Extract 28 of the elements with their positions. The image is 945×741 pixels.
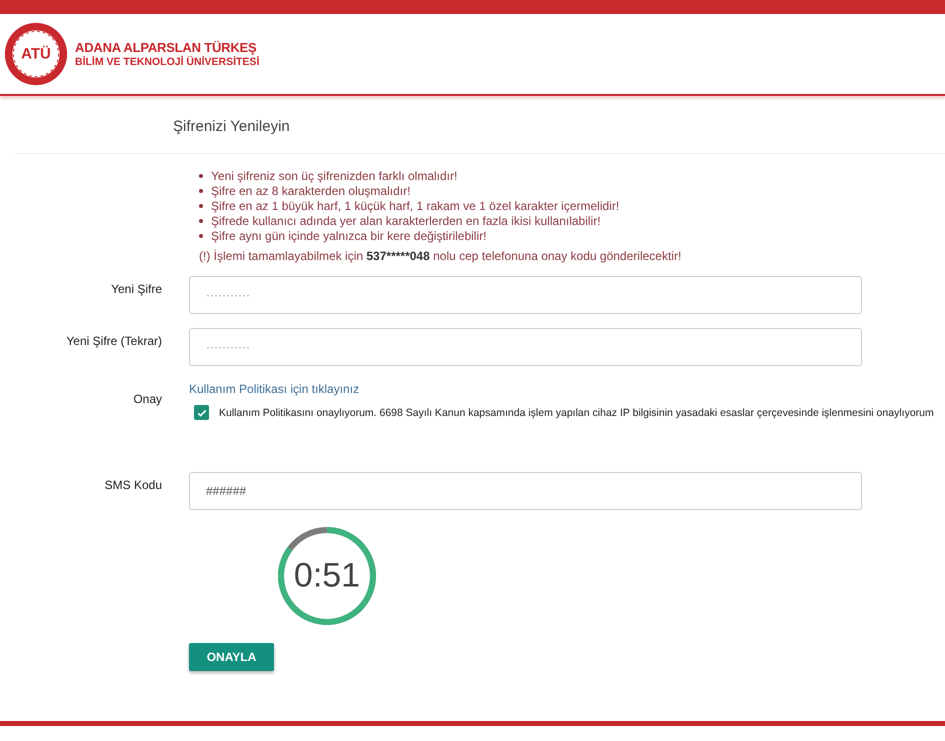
rule-text: Şifre en az 8 karakterden oluşmalıdır!	[211, 184, 410, 198]
confirm-button[interactable]: ONAYLA	[189, 643, 274, 671]
bullet-icon	[199, 218, 203, 222]
policy-link[interactable]: Kullanım Politikası için tıklayınız	[189, 382, 934, 396]
bullet-icon	[199, 234, 203, 238]
rule-text: Şifrede kullanıcı adında yer alan karakterlerden en fazla ikisi kullanılabilir!	[211, 214, 601, 228]
timer-reading: 0:51	[292, 556, 362, 596]
sms-code-field[interactable]: ######	[189, 472, 862, 510]
bullet-icon	[199, 204, 203, 208]
university-name: ADANA ALPARSLAN TÜRKEŞ	[75, 40, 258, 55]
logo-seal-icon	[3, 21, 69, 87]
university-subname: BİLİM VE TEKNOLOJİ ÜNİVERSİTESİ	[75, 56, 260, 68]
rule-text: Yeni şifreniz son üç şifrenizden farklı olmalıdır!	[211, 168, 458, 182]
field-label: Yeni Şifre	[110, 281, 162, 298]
bullet-icon	[199, 174, 203, 178]
bullet-icon	[199, 188, 203, 192]
notice-text: (!) İşlemi tamamlayabilmek için 537*****048 nolu cep telefonuna onay kodu gönderilecektir!	[199, 249, 682, 263]
consent-checkbox[interactable]	[194, 405, 209, 420]
field-label: Yeni Şifre (Tekrar)	[65, 333, 162, 350]
field-label: SMS Kodu	[104, 477, 162, 494]
consent-text: Kullanım Politikasını onaylıyorum. 6698 Sayılı Kanun kapsamında işlem yapılan cihaz IP bilgisinin yasadaki esaslar çerçevesinde işlenmesini onaylıyorum	[219, 406, 934, 418]
password-field[interactable]: ···········	[189, 328, 862, 366]
field-label: Onay	[132, 391, 162, 408]
rule-text: Şifre aynı gün içinde yalnızca bir kere değiştirilebilir!	[211, 228, 486, 242]
logo-mark: ATÜ	[21, 46, 51, 62]
rule-text: Şifre en az 1 büyük harf, 1 küçük harf, 1 rakam ve 1 özel karakter içermelidir!	[211, 198, 620, 212]
page-title: Şifrenizi Yenileyin	[173, 118, 291, 135]
password-field[interactable]: ···········	[189, 276, 862, 314]
